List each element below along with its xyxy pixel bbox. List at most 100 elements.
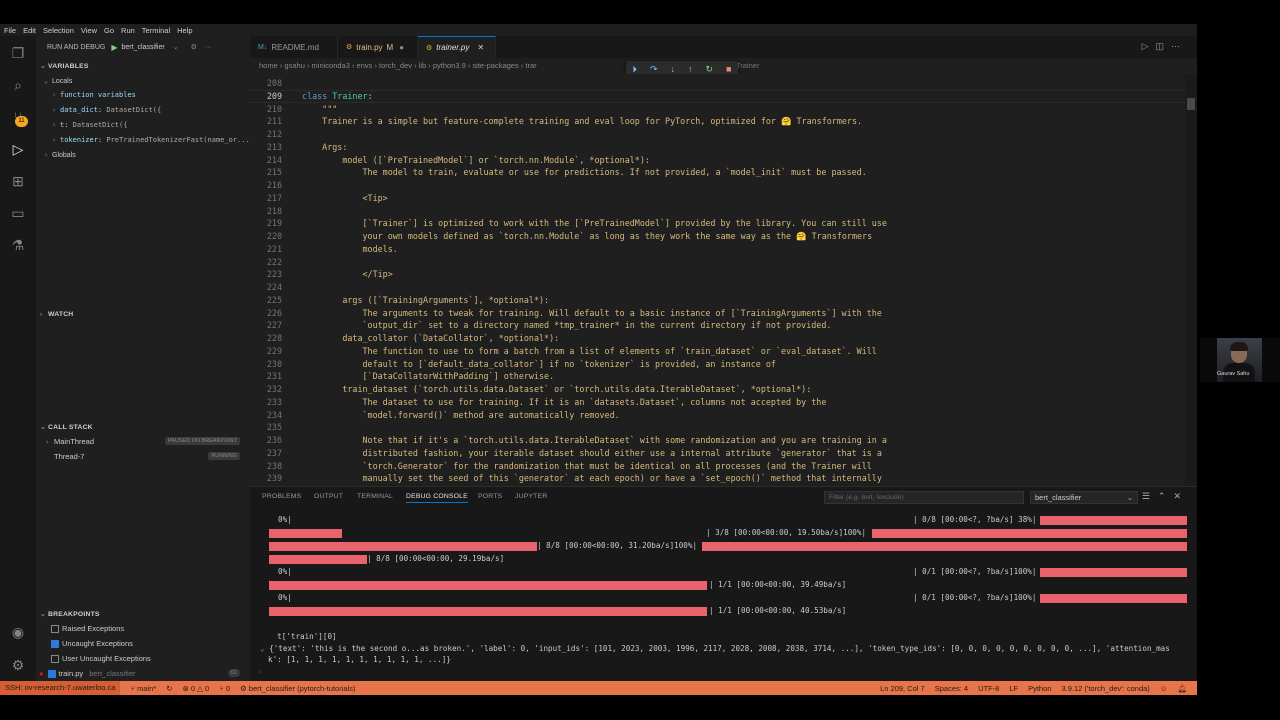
feedback-icon[interactable]: ☺ (1160, 684, 1168, 693)
tab-readme[interactable]: M↓ README.md (250, 36, 338, 58)
panel-tab-debug-console[interactable]: DEBUG CONSOLE (406, 493, 468, 503)
menu-item-selection[interactable]: Selection (43, 26, 74, 35)
breadcrumb-symbol[interactable]: Trainer (736, 61, 759, 70)
variable-row[interactable]: › function variables (36, 91, 250, 99)
indentation[interactable]: Spaces: 4 (935, 684, 968, 693)
code-line[interactable]: 233 The dataset to use for training. If … (250, 396, 1185, 409)
code-line[interactable]: 220 your own models defined as `torch.nn… (250, 230, 1185, 243)
python-interpreter[interactable]: 3.9.12 ('torch_dev': conda) (1061, 684, 1149, 693)
code-line[interactable]: 237 distributed fashion, your iterable d… (250, 447, 1185, 460)
cursor-position[interactable]: Ln 209, Col 7 (880, 684, 925, 693)
breakpoint-row[interactable]: ● train.py bert_classifier 61 (36, 669, 250, 679)
debug-config-status[interactable]: ⚙ bert_classifier (pytorch-tutorials) (240, 684, 356, 693)
restart-icon[interactable]: ↻ (705, 64, 713, 75)
breakpoint-checkbox[interactable] (51, 625, 59, 634)
remote-explorer-icon[interactable]: ▭ (9, 204, 27, 222)
variables-section-header[interactable]: ⌄ VARIABLES (36, 62, 250, 70)
callstack-thread[interactable]: › MainThread PAUSED ON BREAKPOINT (36, 437, 250, 446)
console-prompt-icon[interactable]: › (258, 667, 263, 677)
code-line[interactable]: 225 args ([`TrainingArguments`], *option… (250, 294, 1185, 307)
notifications-bell-icon[interactable]: 🔔︎ (1177, 684, 1187, 693)
code-line[interactable]: 208 (250, 77, 1185, 90)
console-filter-input[interactable]: Filter (e.g. text, !exclude) (824, 491, 1024, 504)
code-line[interactable]: 239 manually set the seed of this `gener… (250, 472, 1185, 485)
breakpoint-row[interactable]: Uncaught Exceptions (36, 639, 250, 649)
step-over-icon[interactable]: ↷ (650, 64, 658, 75)
code-line[interactable]: 228 data_collator (`DataCollator`, *opti… (250, 332, 1185, 345)
scrollbar-thumb[interactable] (1187, 98, 1195, 110)
extensions-icon[interactable]: ⊞ (9, 172, 27, 190)
breakpoint-checkbox[interactable] (51, 640, 59, 649)
code-line[interactable]: 221 models. (250, 243, 1185, 256)
close-icon[interactable]: ✕ (1173, 491, 1189, 501)
globals-scope[interactable]: › Globals (36, 151, 250, 159)
git-branch[interactable]: ⑂ main* (130, 684, 156, 693)
stop-icon[interactable]: ■ (726, 64, 731, 74)
panel-tab-problems[interactable]: PROBLEMS (262, 493, 301, 500)
menu-item-run[interactable]: Run (121, 26, 135, 35)
code-line[interactable]: 213 Args: (250, 141, 1185, 154)
code-line[interactable]: 209 class Trainer: (250, 89, 1185, 103)
code-line[interactable]: 214 model ([`PreTrainedModel`] or `torch… (250, 154, 1185, 167)
encoding[interactable]: UTF-8 (978, 684, 999, 693)
problems-indicator[interactable]: ⊗ 0 △ 0 (183, 684, 210, 693)
locals-scope[interactable]: ⌄ Locals (36, 77, 250, 85)
variable-row[interactable]: › t: DatasetDict({ (36, 121, 250, 129)
continue-icon[interactable]: ⏵ (632, 64, 637, 75)
code-line[interactable]: 216 (250, 179, 1185, 192)
chevron-down-icon[interactable]: ⌄ (260, 644, 269, 653)
menu-item-file[interactable]: File (4, 26, 16, 35)
run-debug-icon[interactable]: ▷ (9, 140, 27, 158)
search-icon[interactable]: ⌕ (9, 76, 27, 94)
start-debug-icon[interactable]: ▶ (111, 43, 117, 52)
menu-item-view[interactable]: View (81, 26, 97, 35)
menu-item-help[interactable]: Help (177, 26, 192, 35)
split-editor-icon[interactable]: ◫ (1155, 41, 1171, 51)
debug-config-select[interactable]: bert_classifier (122, 44, 165, 51)
remote-indicator[interactable]: SSH: ov-research-7.uwaterloo.ca (0, 681, 121, 695)
code-line[interactable]: 223 </Tip> (250, 268, 1185, 281)
close-icon[interactable]: ✕ (477, 43, 484, 52)
variable-row[interactable]: › tokenizer: PreTrainedTokenizerFast(name… (36, 136, 250, 144)
step-into-icon[interactable]: ↓ (671, 64, 676, 74)
breakpoint-row[interactable]: Raised Exceptions (36, 624, 250, 634)
ports-indicator[interactable]: ⑂ 0 (219, 684, 230, 693)
step-out-icon[interactable]: ↑ (688, 64, 693, 74)
panel-tab-terminal[interactable]: TERMINAL (357, 493, 393, 500)
tab-train-py[interactable]: ⚙ train.py M ● (338, 36, 418, 58)
maximize-panel-icon[interactable]: ⌃ (1158, 491, 1174, 501)
variable-row[interactable]: › data_dict: DatasetDict({ (36, 106, 250, 114)
settings-gear-icon[interactable]: ⚙ (9, 656, 27, 674)
code-line[interactable]: 236 Note that if it's a `torch.utils.dat… (250, 434, 1185, 447)
clear-console-icon[interactable]: ☰ (1142, 491, 1158, 501)
menu-item-edit[interactable]: Edit (23, 26, 36, 35)
debug-session-select[interactable]: bert_classifier ⌄ (1030, 491, 1138, 504)
code-line[interactable]: 217 <Tip> (250, 192, 1185, 205)
code-line[interactable]: 231 [`DataCollatorWithPadding`] otherwis… (250, 370, 1185, 383)
breakpoint-row[interactable]: User Uncaught Exceptions (36, 654, 250, 664)
code-line[interactable]: 215 The model to train, evaluate or use … (250, 166, 1185, 179)
code-editor[interactable]: 208 209 class Trainer: 210 """ 211 Trainer i… (250, 74, 1197, 486)
breakpoint-checkbox[interactable] (51, 655, 59, 664)
sync-icon[interactable]: ↻ (166, 684, 172, 693)
code-line[interactable]: 219 [`Trainer`] is optimized to work wit… (250, 217, 1185, 230)
breakpoint-checkbox[interactable] (47, 670, 56, 679)
code-line[interactable]: 212 (250, 128, 1185, 141)
explorer-icon[interactable]: ❐ (9, 44, 27, 62)
more-actions-icon[interactable]: ··· (205, 44, 212, 51)
code-line[interactable]: 230 default to [`default_data_collator`]… (250, 358, 1185, 371)
code-line[interactable]: 222 (250, 256, 1185, 269)
code-line[interactable]: 218 (250, 205, 1185, 218)
breakpoints-section-header[interactable]: ⌄ BREAKPOINTS (36, 610, 250, 618)
end-of-line[interactable]: LF (1009, 684, 1018, 693)
testing-icon[interactable]: ⚗ (9, 236, 27, 254)
code-line[interactable]: 211 Trainer is a simple but feature-comp… (250, 115, 1185, 128)
account-icon[interactable]: ◉ (9, 623, 27, 641)
gear-icon[interactable]: ⚙ (191, 43, 197, 51)
code-line[interactable]: 224 (250, 281, 1185, 294)
code-line[interactable]: 234 `model.forward()` method are automat… (250, 409, 1185, 422)
menu-item-terminal[interactable]: Terminal (142, 26, 170, 35)
panel-tab-output[interactable]: OUTPUT (314, 493, 343, 500)
watch-section-header[interactable]: › WATCH (36, 311, 250, 318)
more-actions-icon[interactable]: ⋯ (1171, 41, 1187, 51)
